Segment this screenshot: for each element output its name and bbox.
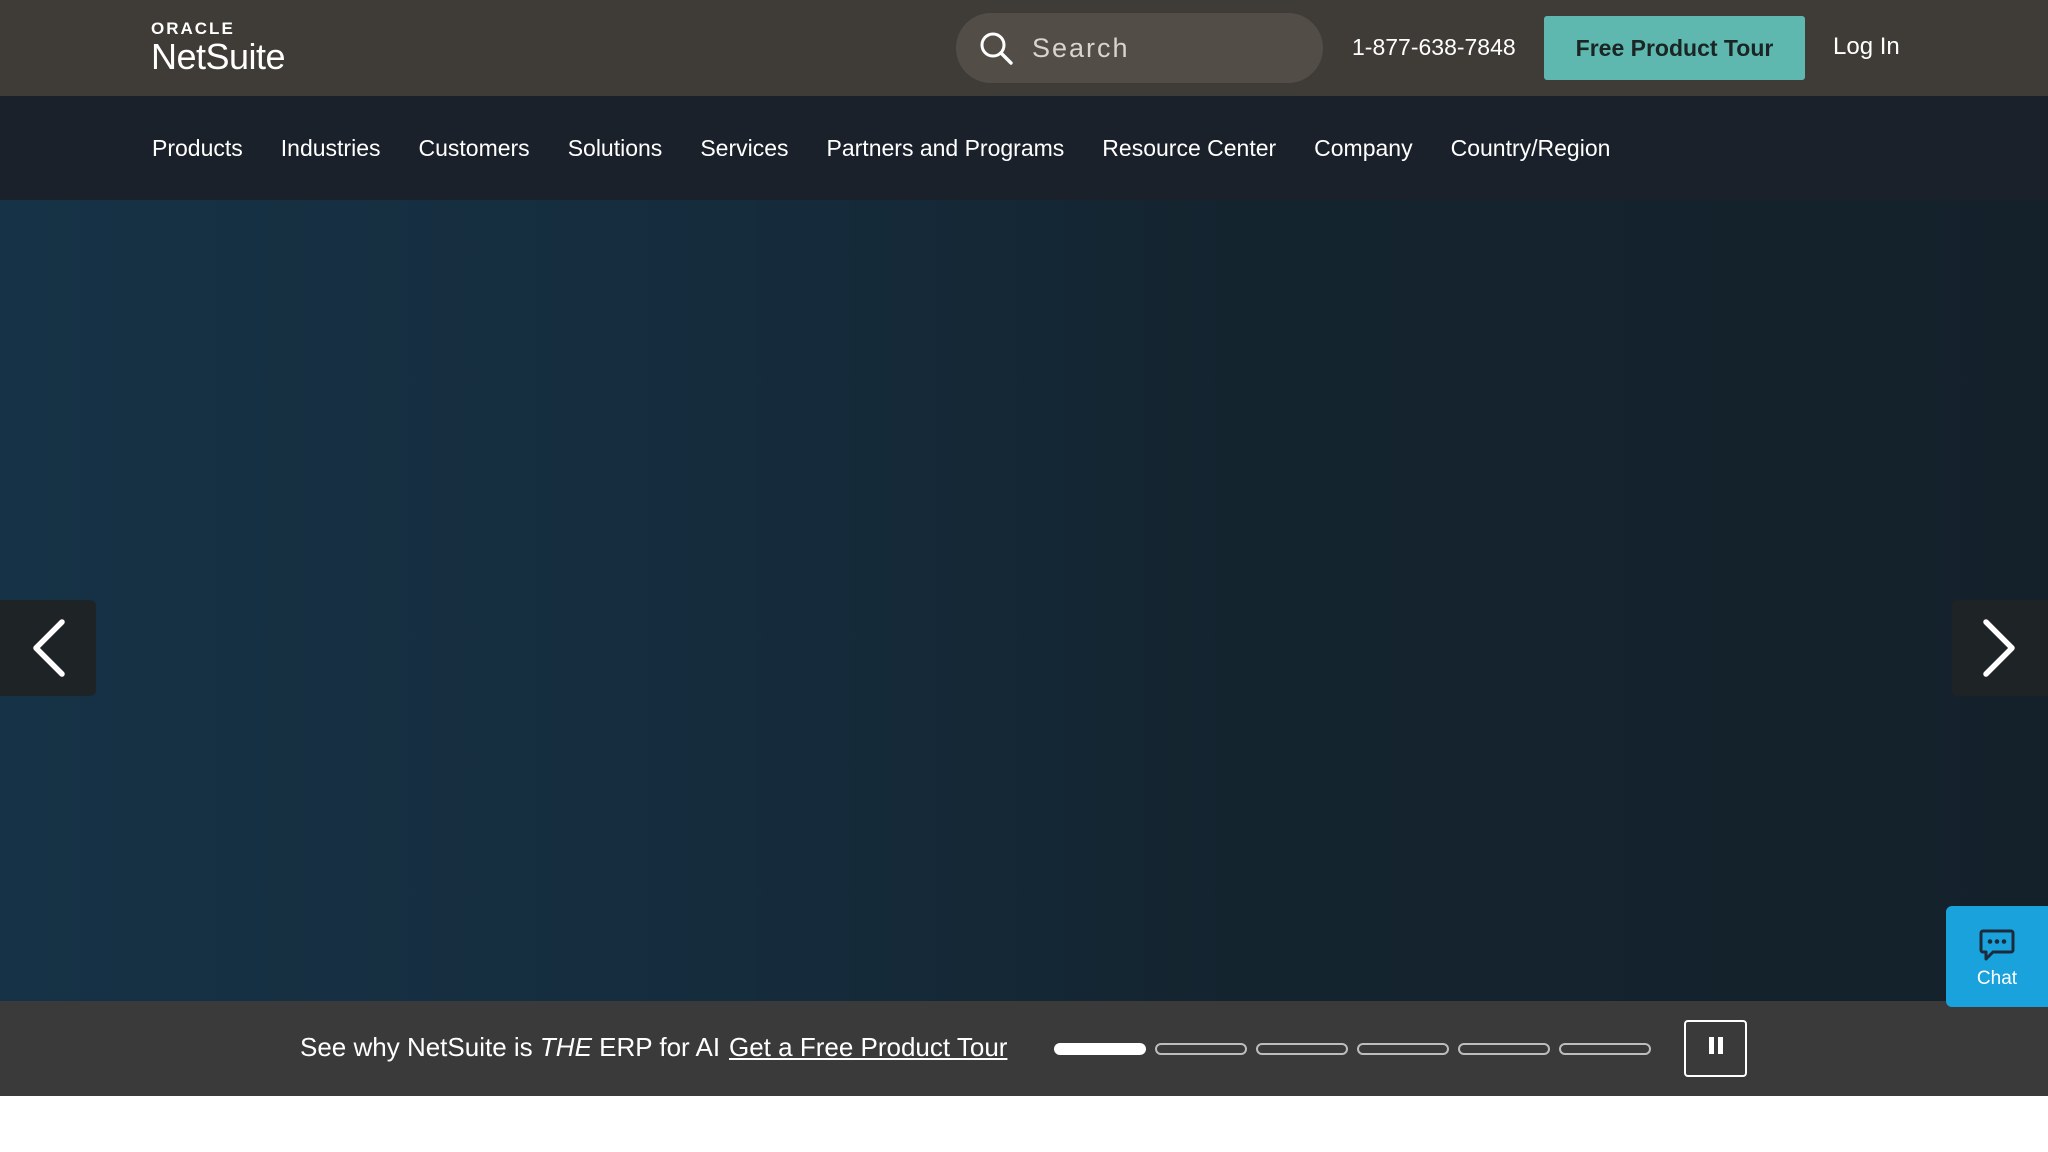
carousel-pause-button[interactable] [1684, 1020, 1747, 1077]
nav-item-partners-and-programs[interactable]: Partners and Programs [827, 135, 1065, 162]
carousel-indicator-3[interactable] [1256, 1043, 1348, 1055]
carousel-prev-button[interactable] [0, 600, 96, 696]
caption-prefix: See why NetSuite is [300, 1032, 533, 1062]
nav-item-industries[interactable]: Industries [281, 135, 381, 162]
carousel-indicator-5[interactable] [1458, 1043, 1550, 1055]
nav-item-resource-center[interactable]: Resource Center [1102, 135, 1276, 162]
search-input[interactable] [1030, 13, 1300, 83]
caption-emphasis: THE [539, 1032, 592, 1062]
nav-item-customers[interactable]: Customers [418, 135, 529, 162]
carousel-indicator-6[interactable] [1559, 1043, 1651, 1055]
carousel-indicator-4[interactable] [1357, 1043, 1449, 1055]
nav-item-company[interactable]: Company [1314, 135, 1412, 162]
log-in-link[interactable]: Log In [1833, 0, 1900, 96]
chat-bubble-icon [1979, 929, 2015, 961]
nav-item-services[interactable]: Services [700, 135, 788, 162]
hero-carousel [0, 200, 2048, 1001]
chat-button[interactable]: Chat [1946, 906, 2048, 1007]
chevron-right-icon [1983, 619, 2015, 677]
carousel-indicator-2[interactable] [1155, 1043, 1247, 1055]
slide-caption: See why NetSuite is THE ERP for AI [300, 1001, 720, 1096]
carousel-indicators [1054, 1043, 1660, 1055]
search-box[interactable] [956, 13, 1323, 83]
nav-list: Products Industries Customers Solutions … [0, 96, 2048, 200]
netsuite-logo[interactable]: ORACLE NetSuite [151, 19, 286, 77]
logo-netsuite-text: NetSuite [151, 36, 286, 77]
nav-item-solutions[interactable]: Solutions [568, 135, 663, 162]
logo-oracle-text: ORACLE [151, 19, 235, 38]
top-header: ORACLE NetSuite 1-877-638-7848 Free Prod… [0, 0, 2048, 96]
free-product-tour-button[interactable]: Free Product Tour [1544, 16, 1805, 80]
carousel-indicator-1[interactable] [1054, 1043, 1146, 1055]
phone-number-link[interactable]: 1-877-638-7848 [1352, 0, 1516, 96]
carousel-next-button[interactable] [1952, 600, 2048, 696]
chat-label: Chat [1976, 968, 2018, 989]
get-free-product-tour-link[interactable]: Get a Free Product Tour [729, 1001, 1007, 1096]
nav-item-country-region[interactable]: Country/Region [1451, 135, 1611, 162]
carousel-caption-bar: See why NetSuite is THE ERP for AI Get a… [0, 1001, 2048, 1096]
nav-item-products[interactable]: Products [152, 135, 243, 162]
pause-icon [1709, 1037, 1723, 1054]
caption-suffix: ERP for AI [599, 1032, 721, 1062]
chevron-left-icon [33, 619, 65, 677]
main-navigation: Products Industries Customers Solutions … [0, 96, 2048, 200]
search-icon[interactable] [978, 30, 1014, 66]
